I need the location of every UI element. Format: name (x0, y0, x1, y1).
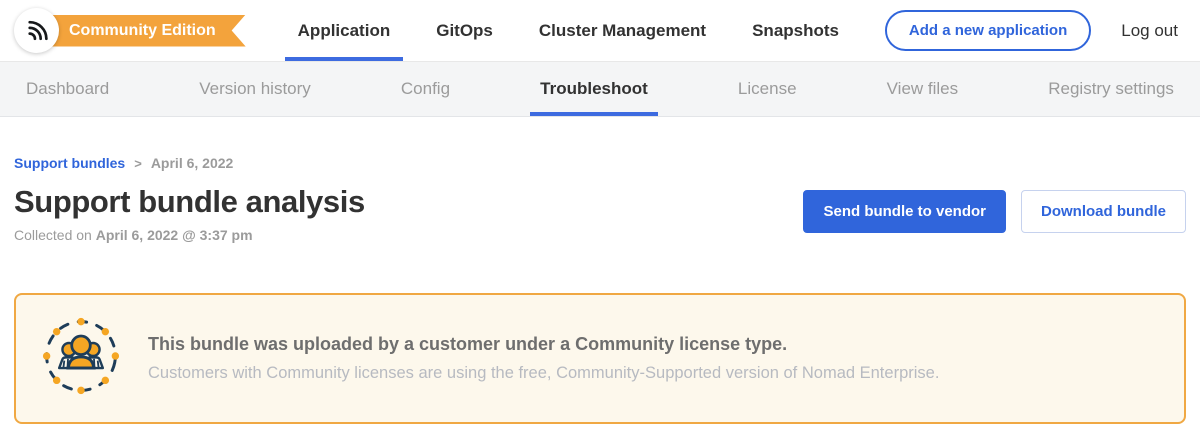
subnav-item-view-files[interactable]: View files (887, 79, 959, 99)
app-sub-nav: Dashboard Version history Config Trouble… (0, 62, 1200, 117)
tab-cluster-management[interactable]: Cluster Management (539, 21, 706, 41)
subnav-item-dashboard[interactable]: Dashboard (26, 79, 109, 99)
tab-application[interactable]: Application (298, 21, 391, 41)
top-tabs: Application GitOps Cluster Management Sn… (298, 21, 839, 41)
send-bundle-to-vendor-button[interactable]: Send bundle to vendor (803, 190, 1006, 233)
notice-heading: This bundle was uploaded by a customer u… (148, 334, 939, 355)
subnav-item-license[interactable]: License (738, 79, 797, 99)
collected-prefix: Collected on (14, 227, 92, 243)
community-edition-badge: Community Edition (33, 15, 246, 47)
breadcrumb-separator: > (134, 156, 142, 171)
breadcrumb: Support bundles > April 6, 2022 (14, 155, 1186, 171)
subnav-item-version-history[interactable]: Version history (199, 79, 311, 99)
subnav-item-troubleshoot[interactable]: Troubleshoot (540, 79, 648, 99)
subnav-item-config[interactable]: Config (401, 79, 450, 99)
logout-link[interactable]: Log out (1121, 21, 1178, 41)
notice-text: This bundle was uploaded by a customer u… (148, 334, 939, 383)
brand: Community Edition (14, 8, 246, 53)
collected-date: April 6, 2022 @ 3:37 pm (96, 227, 253, 243)
community-people-icon (42, 317, 120, 400)
tab-snapshots[interactable]: Snapshots (752, 21, 839, 41)
top-nav: Community Edition Application GitOps Clu… (0, 0, 1200, 62)
add-new-application-button[interactable]: Add a new application (885, 10, 1091, 51)
breadcrumb-support-bundles-link[interactable]: Support bundles (14, 155, 125, 171)
tab-gitops[interactable]: GitOps (436, 21, 493, 41)
community-license-notice: This bundle was uploaded by a customer u… (14, 293, 1186, 424)
subnav-item-registry-settings[interactable]: Registry settings (1048, 79, 1174, 99)
page-title: Support bundle analysis (14, 184, 365, 220)
bundle-actions: Send bundle to vendor Download bundle (803, 190, 1186, 233)
collected-timestamp: Collected on April 6, 2022 @ 3:37 pm (14, 227, 365, 243)
title-row: Support bundle analysis Collected on Apr… (14, 184, 1186, 243)
breadcrumb-current: April 6, 2022 (151, 155, 234, 171)
title-block: Support bundle analysis Collected on Apr… (14, 184, 365, 243)
main-content: Support bundles > April 6, 2022 Support … (0, 155, 1200, 424)
download-bundle-button[interactable]: Download bundle (1021, 190, 1186, 233)
replicated-logo-icon[interactable] (14, 8, 59, 53)
notice-body: Customers with Community licenses are us… (148, 364, 939, 383)
